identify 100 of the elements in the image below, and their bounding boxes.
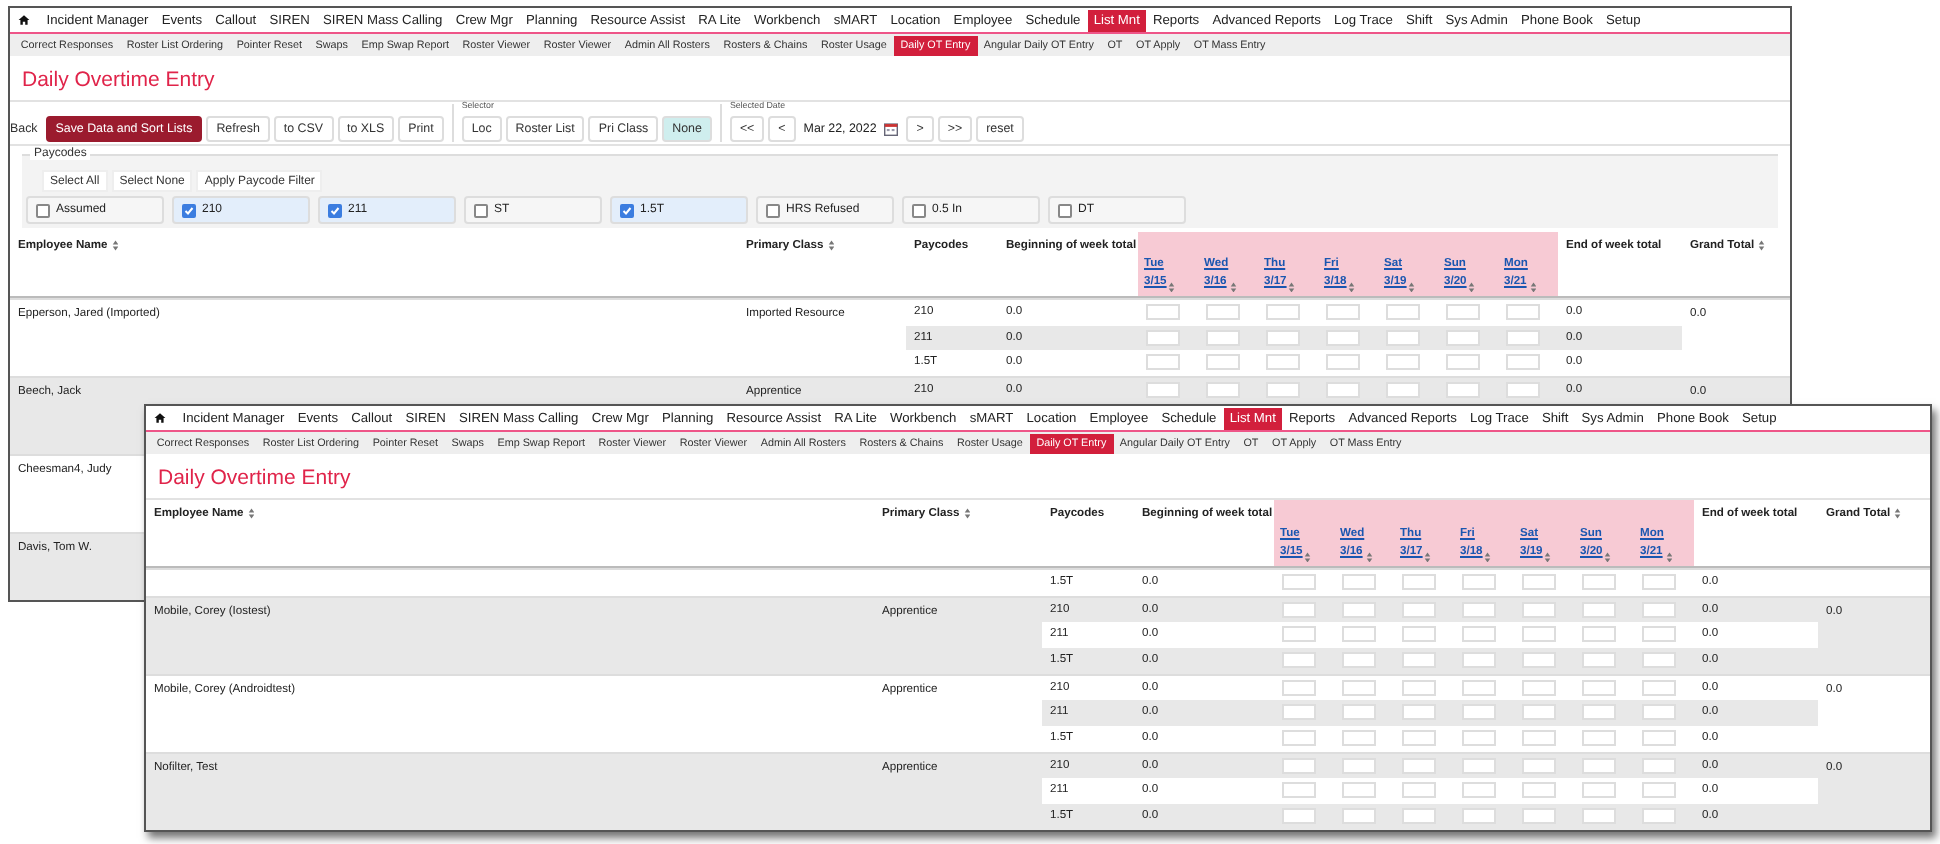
hours-field[interactable] [1146,382,1180,399]
checkbox[interactable] [1058,203,1072,217]
sort-icon[interactable] [111,240,119,251]
home-icon[interactable] [154,412,166,424]
hours-field[interactable] [1642,704,1676,721]
hours-field[interactable] [1522,626,1556,643]
sort-icon[interactable] [1348,281,1356,292]
hours-field[interactable] [1582,626,1616,643]
hours-field[interactable] [1282,574,1316,591]
hours-field[interactable] [1342,601,1376,618]
hours-field[interactable] [1506,382,1540,399]
hours-field[interactable] [1462,601,1496,618]
hours-field[interactable] [1582,704,1616,721]
hours-field[interactable] [1146,354,1180,371]
hours-field[interactable] [1326,329,1360,346]
hours-field[interactable] [1266,382,1300,399]
hours-field[interactable] [1146,304,1180,321]
hours-field[interactable] [1582,808,1616,825]
hours-field[interactable] [1206,329,1240,346]
hours-field[interactable] [1642,626,1676,643]
hours-field[interactable] [1582,574,1616,591]
hours-field[interactable] [1462,757,1496,774]
hours-field[interactable] [1402,679,1436,696]
hours-field[interactable] [1582,652,1616,669]
hours-field[interactable] [1446,304,1480,321]
hours-field[interactable] [1582,757,1616,774]
calendar-icon[interactable] [884,122,899,136]
checkbox[interactable] [182,203,196,217]
checkbox[interactable] [912,203,926,217]
hours-field[interactable] [1506,354,1540,371]
hours-field[interactable] [1506,304,1540,321]
hours-field[interactable] [1402,757,1436,774]
hours-field[interactable] [1206,304,1240,321]
hours-field[interactable] [1522,782,1556,799]
sort-icon[interactable] [827,240,835,251]
hours-field[interactable] [1522,574,1556,591]
hours-field[interactable] [1446,329,1480,346]
hours-field[interactable] [1506,329,1540,346]
hours-field[interactable] [1386,304,1420,321]
hours-field[interactable] [1386,329,1420,346]
hours-field[interactable] [1522,730,1556,747]
hours-field[interactable] [1522,601,1556,618]
sort-icon[interactable] [1665,551,1673,562]
hours-field[interactable] [1342,574,1376,591]
hours-field[interactable] [1326,382,1360,399]
hours-field[interactable] [1446,382,1480,399]
hours-field[interactable] [1522,652,1556,669]
hours-field[interactable] [1462,730,1496,747]
sort-icon[interactable] [1304,551,1312,562]
hours-field[interactable] [1522,679,1556,696]
hours-field[interactable] [1582,782,1616,799]
hours-field[interactable] [1402,652,1436,669]
hours-field[interactable] [1462,808,1496,825]
hours-field[interactable] [1326,354,1360,371]
sort-icon[interactable] [1168,281,1176,292]
hours-field[interactable] [1402,574,1436,591]
hours-field[interactable] [1402,782,1436,799]
sort-icon[interactable] [247,508,255,519]
hours-field[interactable] [1462,652,1496,669]
checkbox[interactable] [36,203,50,217]
hours-field[interactable] [1342,730,1376,747]
hours-field[interactable] [1282,730,1316,747]
sort-icon[interactable] [1604,551,1612,562]
hours-field[interactable] [1642,601,1676,618]
hours-field[interactable] [1582,730,1616,747]
hours-field[interactable] [1386,354,1420,371]
checkbox[interactable] [328,203,342,217]
checkbox[interactable] [766,203,780,217]
sort-icon[interactable] [1529,281,1537,292]
hours-field[interactable] [1282,782,1316,799]
hours-field[interactable] [1386,382,1420,399]
sort-icon[interactable] [963,508,971,519]
hours-field[interactable] [1266,354,1300,371]
hours-field[interactable] [1266,304,1300,321]
sort-icon[interactable] [1894,508,1902,519]
hours-field[interactable] [1282,652,1316,669]
hours-field[interactable] [1342,626,1376,643]
hours-field[interactable] [1326,304,1360,321]
hours-field[interactable] [1282,601,1316,618]
hours-field[interactable] [1446,354,1480,371]
hours-field[interactable] [1282,704,1316,721]
sort-icon[interactable] [1230,281,1238,292]
hours-field[interactable] [1206,354,1240,371]
hours-field[interactable] [1342,757,1376,774]
hours-field[interactable] [1642,730,1676,747]
hours-field[interactable] [1266,329,1300,346]
hours-field[interactable] [1642,679,1676,696]
sort-icon[interactable] [1468,281,1476,292]
hours-field[interactable] [1402,730,1436,747]
hours-field[interactable] [1642,757,1676,774]
hours-field[interactable] [1642,782,1676,799]
hours-field[interactable] [1462,704,1496,721]
hours-field[interactable] [1282,626,1316,643]
checkbox[interactable] [474,203,488,217]
hours-field[interactable] [1342,808,1376,825]
hours-field[interactable] [1206,382,1240,399]
hours-field[interactable] [1642,652,1676,669]
hours-field[interactable] [1462,626,1496,643]
hours-field[interactable] [1522,808,1556,825]
hours-field[interactable] [1402,626,1436,643]
